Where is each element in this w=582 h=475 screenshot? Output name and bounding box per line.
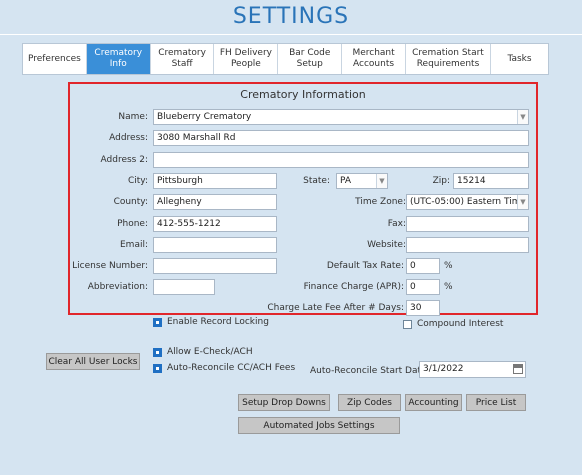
county-field[interactable]: Allegheny	[153, 194, 277, 210]
website-label: Website:	[367, 240, 406, 250]
tab-tasks[interactable]: Tasks	[491, 44, 548, 74]
state-value: PA	[340, 176, 352, 186]
address-field[interactable]: 3080 Marshall Rd	[153, 130, 529, 146]
county-label: County:	[113, 197, 148, 207]
finance-charge-label: Finance Charge (APR):	[303, 282, 404, 292]
zip-field[interactable]: 15214	[453, 173, 529, 189]
allow-echeck-label: Allow E-Check/ACH	[167, 347, 253, 357]
zip-label: Zip:	[432, 176, 450, 186]
name-label: Name:	[118, 112, 148, 122]
crematory-information-panel: Crematory Information Name: Blueberry Cr…	[68, 82, 538, 316]
compound-interest-label: Compound Interest	[417, 319, 504, 329]
accounting-button[interactable]: Accounting	[405, 394, 462, 411]
allow-echeck-option[interactable]: Allow E-Check/ACH	[153, 347, 253, 357]
phone-field[interactable]: 412-555-1212	[153, 216, 277, 232]
tab-cremation-start-requirements[interactable]: Cremation Start Requirements	[406, 44, 491, 74]
chevron-down-icon: ▼	[376, 174, 387, 188]
enable-record-locking-option[interactable]: Enable Record Locking	[153, 317, 269, 327]
abbreviation-field[interactable]	[153, 279, 215, 295]
late-fee-days-field[interactable]: 30	[406, 300, 440, 316]
phone-label: Phone:	[117, 219, 148, 229]
calendar-icon[interactable]	[513, 364, 523, 374]
name-select[interactable]: Blueberry Crematory ▼	[153, 109, 529, 125]
address2-field[interactable]	[153, 152, 529, 168]
license-number-field[interactable]	[153, 258, 277, 274]
finance-charge-unit: %	[444, 282, 453, 292]
setup-drop-downs-button[interactable]: Setup Drop Downs	[238, 394, 330, 411]
auto-reconcile-option[interactable]: Auto-Reconcile CC/ACH Fees	[153, 363, 295, 373]
address2-label: Address 2:	[100, 155, 148, 165]
email-label: Email:	[119, 240, 148, 250]
tab-fh-delivery-people[interactable]: FH Delivery People	[214, 44, 279, 74]
city-label: City:	[127, 176, 148, 186]
clear-all-user-locks-button[interactable]: Clear All User Locks	[46, 353, 140, 370]
address-label: Address:	[109, 133, 148, 143]
website-field[interactable]	[406, 237, 529, 253]
email-field[interactable]	[153, 237, 277, 253]
chevron-down-icon: ▼	[517, 110, 528, 124]
page-title: SETTINGS	[232, 4, 350, 29]
tab-merchant-accounts[interactable]: Merchant Accounts	[342, 44, 406, 74]
name-value: Blueberry Crematory	[157, 112, 252, 122]
auto-reconcile-start-date-field[interactable]: 3/1/2022	[419, 361, 526, 378]
license-number-label: License Number:	[72, 261, 148, 271]
enable-record-locking-checkbox[interactable]	[153, 317, 162, 327]
time-zone-value: (UTC-05:00) Eastern Time (U	[410, 197, 529, 207]
title-divider	[0, 34, 582, 35]
price-list-button[interactable]: Price List	[466, 394, 526, 411]
chevron-down-icon: ▼	[517, 195, 528, 209]
automated-jobs-settings-button[interactable]: Automated Jobs Settings	[238, 417, 400, 434]
compound-interest-checkbox[interactable]	[403, 319, 412, 329]
zip-codes-button[interactable]: Zip Codes	[338, 394, 401, 411]
fax-label: Fax:	[387, 219, 406, 229]
panel-title: Crematory Information	[240, 88, 366, 101]
auto-reconcile-checkbox[interactable]	[153, 363, 162, 373]
finance-charge-field[interactable]: 0	[406, 279, 440, 295]
auto-reconcile-start-date-value: 3/1/2022	[423, 364, 464, 374]
default-tax-rate-label: Default Tax Rate:	[326, 261, 404, 271]
tab-crematory-info[interactable]: Crematory Info	[86, 44, 151, 74]
auto-reconcile-label: Auto-Reconcile CC/ACH Fees	[167, 363, 296, 373]
fax-field[interactable]	[406, 216, 529, 232]
compound-interest-option[interactable]: Compound Interest	[403, 319, 503, 329]
tab-crematory-staff[interactable]: Crematory Staff	[151, 44, 215, 74]
settings-tabs: Preferences Crematory Info Crematory Sta…	[22, 43, 549, 75]
city-field[interactable]: Pittsburgh	[153, 173, 277, 189]
tax-rate-unit: %	[444, 261, 453, 271]
enable-record-locking-label: Enable Record Locking	[167, 317, 269, 327]
time-zone-select[interactable]: (UTC-05:00) Eastern Time (U ▼	[406, 194, 529, 210]
tab-preferences[interactable]: Preferences	[23, 44, 87, 74]
state-label: State:	[303, 176, 330, 186]
late-fee-days-label: Charge Late Fee After # Days:	[267, 303, 404, 313]
default-tax-rate-field[interactable]: 0	[406, 258, 440, 274]
tab-bar-code-setup[interactable]: Bar Code Setup	[278, 44, 343, 74]
allow-echeck-checkbox[interactable]	[153, 347, 162, 357]
auto-reconcile-start-label: Auto-Reconcile Start Date:	[310, 366, 430, 376]
abbreviation-label: Abbreviation:	[87, 282, 148, 292]
state-select[interactable]: PA ▼	[336, 173, 388, 189]
time-zone-label: Time Zone:	[355, 197, 406, 207]
